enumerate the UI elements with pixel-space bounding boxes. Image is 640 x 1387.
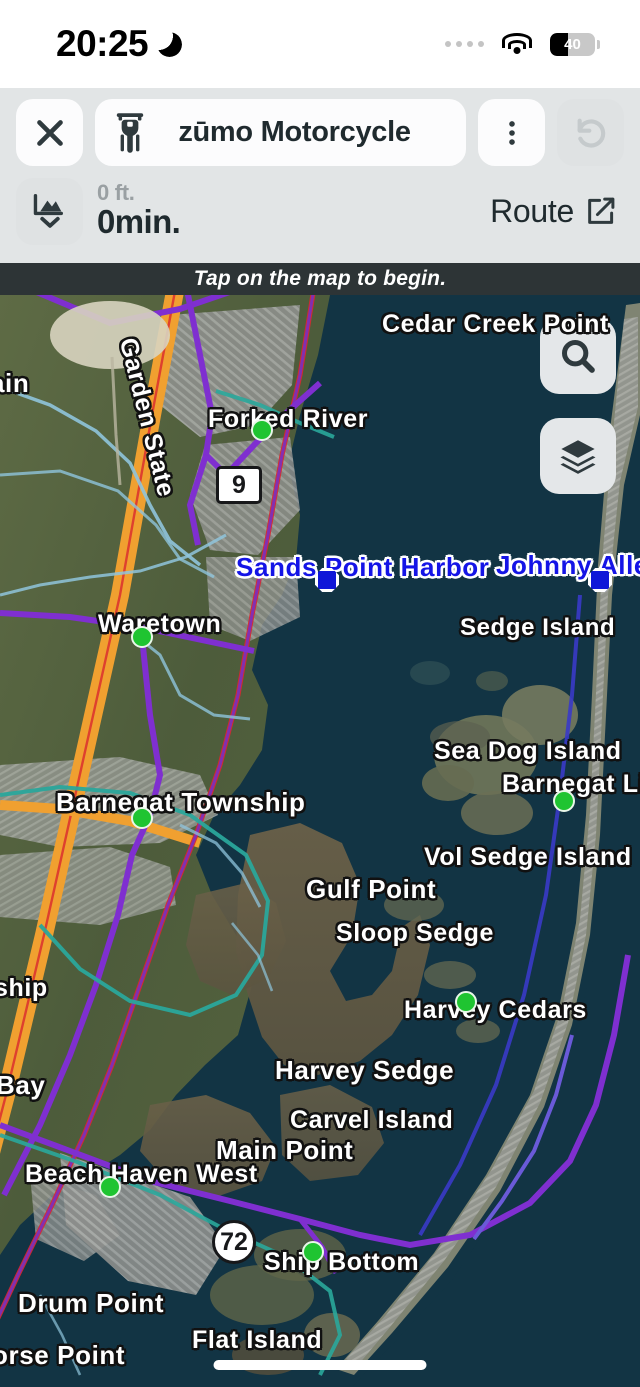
waypoint-marker[interactable] — [455, 991, 477, 1013]
crescent-moon-icon — [157, 32, 182, 57]
waypoint-marker[interactable] — [99, 1176, 121, 1198]
close-x-icon — [36, 119, 63, 146]
route-label: Route — [490, 192, 574, 229]
waypoint-marker[interactable] — [553, 790, 575, 812]
waypoint-marker[interactable] — [131, 807, 153, 829]
status-indicators: 40 — [445, 32, 600, 56]
battery-indicator: 40 — [550, 32, 600, 56]
close-button[interactable] — [16, 99, 83, 166]
waypoint-marker[interactable] — [302, 1241, 324, 1263]
elevation-profile-icon — [33, 193, 63, 228]
battery-level-label: 40 — [564, 35, 581, 53]
waypoint-marker[interactable] — [251, 419, 273, 441]
highway-shield: 9 — [216, 466, 262, 504]
elevation-profile-button[interactable] — [16, 177, 83, 245]
more-options-button[interactable] — [478, 99, 545, 166]
route-edit-button[interactable]: Route — [490, 193, 624, 230]
app-toolbar: zūmo Motorcycle 0 ft. 0min. Route — [0, 88, 640, 263]
highway-shield: 72 — [212, 1220, 256, 1264]
status-time: 20:25 — [56, 23, 149, 64]
wifi-icon — [501, 32, 533, 56]
map-layers-icon — [560, 440, 596, 474]
waypoint-marker[interactable] — [131, 626, 153, 648]
more-vertical-icon — [508, 120, 515, 145]
edit-square-icon — [588, 197, 615, 224]
search-icon — [562, 340, 595, 373]
route-stats: 0 ft. 0min. — [97, 179, 181, 241]
status-time-group: 20:25 — [56, 23, 182, 65]
map-layers-button[interactable] — [540, 418, 616, 494]
map-hint-text: Tap on the map to begin. — [193, 267, 447, 290]
map-search-button[interactable] — [540, 318, 616, 394]
phone-screen: 20:25 40 zūmo Motorcycle 0 ft. 0min. Rou… — [0, 0, 640, 1387]
vehicle-name-label: zūmo Motorcycle — [178, 116, 411, 148]
status-bar: 20:25 40 — [0, 0, 640, 88]
signal-dots-icon — [445, 41, 484, 47]
undo-button[interactable] — [557, 99, 624, 166]
toolbar-bottom-row: 0 ft. 0min. Route — [0, 172, 640, 250]
route-distance: 0 ft. — [97, 179, 135, 205]
map-view[interactable]: ainCedar Creek PointGarden StateForked R… — [0, 295, 640, 1387]
battery-icon: 40 — [550, 32, 595, 56]
undo-arrow-icon — [577, 118, 605, 148]
toolbar-top-row: zūmo Motorcycle — [0, 99, 640, 166]
home-indicator — [213, 1360, 427, 1370]
vehicle-selector[interactable]: zūmo Motorcycle — [95, 99, 466, 166]
motorcycle-icon — [116, 112, 144, 153]
map-hint-banner: Tap on the map to begin. — [0, 263, 640, 295]
battery-cap — [597, 39, 600, 49]
route-duration: 0min. — [97, 203, 181, 241]
